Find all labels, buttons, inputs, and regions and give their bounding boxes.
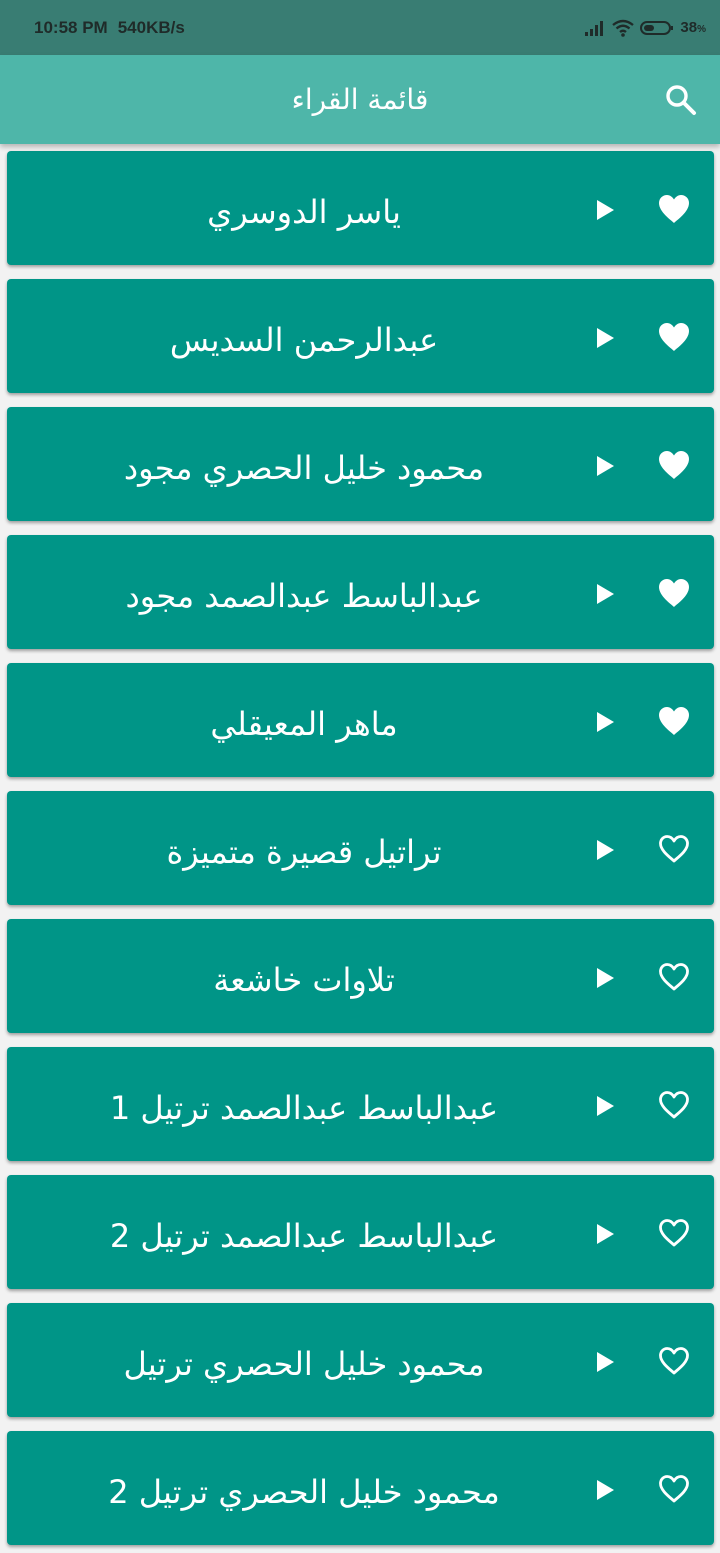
play-icon[interactable] [592, 965, 618, 991]
reciter-card[interactable]: عبدالباسط عبدالصمد ترتيل 1 [7, 1047, 714, 1161]
page-title: قائمة القراء [291, 83, 429, 116]
heart-filled-icon[interactable] [657, 449, 691, 481]
reciter-card[interactable]: تراتيل قصيرة متميزة [7, 791, 714, 905]
battery-value: 38 [680, 19, 698, 36]
battery-unit: % [697, 24, 706, 35]
status-right: 38% [584, 0, 706, 55]
reciter-card[interactable]: ياسر الدوسري [7, 151, 714, 265]
play-icon[interactable] [592, 325, 618, 351]
reciter-name: محمود خليل الحصري مجود [123, 449, 485, 487]
play-icon[interactable] [592, 581, 618, 607]
reciter-name: محمود خليل الحصري ترتيل [123, 1345, 485, 1383]
app-bar: قائمة القراء [0, 55, 720, 144]
heart-outline-icon[interactable] [657, 1217, 691, 1249]
heart-filled-icon[interactable] [657, 577, 691, 609]
play-icon[interactable] [592, 197, 618, 223]
reciter-name: عبدالباسط عبدالصمد ترتيل 2 [109, 1217, 499, 1255]
reciter-card[interactable]: محمود خليل الحصري ترتيل [7, 1303, 714, 1417]
play-icon[interactable] [592, 1477, 618, 1503]
heart-filled-icon[interactable] [657, 321, 691, 353]
heart-filled-icon[interactable] [657, 705, 691, 737]
status-time: 10:58 PM [34, 17, 108, 37]
heart-filled-icon[interactable] [657, 193, 691, 225]
play-icon[interactable] [592, 453, 618, 479]
search-icon[interactable] [664, 83, 698, 117]
reciter-card[interactable]: عبدالباسط عبدالصمد مجود [7, 535, 714, 649]
heart-outline-icon[interactable] [657, 961, 691, 993]
reciter-card[interactable]: محمود خليل الحصري مجود [7, 407, 714, 521]
reciter-name: ياسر الدوسري [207, 193, 401, 231]
reciter-card[interactable]: محمود خليل الحصري ترتيل 2 [7, 1431, 714, 1545]
battery-level: 38% [680, 19, 706, 36]
status-left: 10:58 PM 540KB/s [34, 0, 185, 55]
play-icon[interactable] [592, 1349, 618, 1375]
reciter-card[interactable]: عبدالباسط عبدالصمد ترتيل 2 [7, 1175, 714, 1289]
heart-outline-icon[interactable] [657, 833, 691, 865]
reciter-name: تراتيل قصيرة متميزة [166, 833, 442, 871]
reciter-name: عبدالباسط عبدالصمد مجود [125, 577, 483, 615]
reciter-name: عبدالباسط عبدالصمد ترتيل 1 [109, 1089, 499, 1127]
reciter-name: محمود خليل الحصري ترتيل 2 [108, 1473, 500, 1511]
play-icon[interactable] [592, 1093, 618, 1119]
reciter-card[interactable]: عبدالرحمن السديس [7, 279, 714, 393]
heart-outline-icon[interactable] [657, 1345, 691, 1377]
status-bar: 10:58 PM 540KB/s 38% [0, 0, 720, 55]
reciter-card[interactable]: ماهر المعيقلي [7, 663, 714, 777]
heart-outline-icon[interactable] [657, 1089, 691, 1121]
play-icon[interactable] [592, 1221, 618, 1247]
play-icon[interactable] [592, 709, 618, 735]
reciter-card[interactable]: تلاوات خاشعة [7, 919, 714, 1033]
network-speed: 540KB/s [117, 17, 185, 37]
heart-outline-icon[interactable] [657, 1473, 691, 1505]
wifi-icon [612, 19, 635, 37]
battery-icon [640, 20, 674, 36]
reciter-name: عبدالرحمن السديس [169, 321, 439, 359]
reciter-name: تلاوات خاشعة [213, 961, 395, 999]
reciter-name: ماهر المعيقلي [210, 705, 398, 743]
signal-icon [584, 20, 606, 36]
play-icon[interactable] [592, 837, 618, 863]
